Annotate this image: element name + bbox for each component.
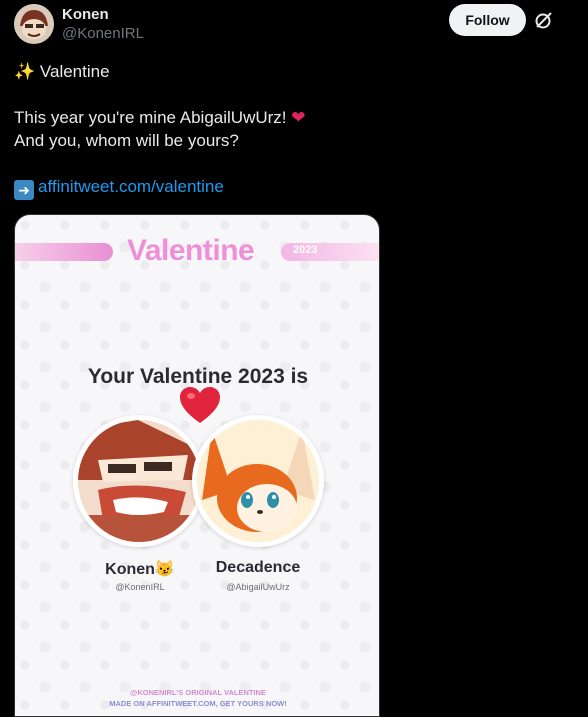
tweet-line-2-text: This year you're mine AbigailUwUrz! (14, 108, 287, 127)
tweet-text: ✨ Valentine This year you're mine Abigai… (14, 60, 574, 200)
left-person-name: Konen😼 (75, 559, 205, 579)
valentine-card-image[interactable]: Valentine 2023 Your Valentine 2023 is Ko… (14, 214, 380, 717)
big-heart-icon (180, 387, 220, 423)
grok-icon[interactable] (534, 10, 554, 30)
footer-line-2: MADE ON AFFINITWEET.COM, GET YOURS NOW! (109, 699, 287, 708)
banner-bar-left (15, 243, 113, 261)
tweet-header: Konen @KonenIRL Follow (14, 4, 574, 48)
author-name[interactable]: Konen (62, 6, 109, 23)
sparkles-icon: ✨ (14, 62, 36, 81)
left-person-handle: @KonenIRL (115, 582, 165, 592)
tweet-line-3: And you, whom will be yours? (14, 131, 239, 150)
tweet-line-2: This year you're mine AbigailUwUrz! ❤ (14, 106, 574, 129)
left-profile-photo (73, 415, 205, 547)
card-subtitle: Your Valentine 2023 is (87, 365, 309, 388)
tweet-line-1-text: Valentine (39, 62, 110, 81)
left-portrait (78, 420, 200, 542)
card-banner: Valentine 2023 (15, 234, 379, 267)
right-portrait (197, 420, 319, 542)
tweet-line-1: ✨ Valentine (14, 60, 574, 83)
right-person-name: Decadence (215, 559, 301, 576)
cat-face-icon: 😼 (154, 561, 175, 578)
red-heart-icon: ❤ (291, 108, 306, 127)
tweet-link[interactable]: affinitweet.com/valentine (38, 177, 224, 196)
right-arrow-icon: ➜ (14, 180, 34, 200)
tweet-link-line: ➜ affinitweet.com/valentine (14, 175, 574, 200)
banner-year: 2023 (293, 244, 318, 256)
footer-line-1: @KONENIRL'S ORIGINAL VALENTINE (130, 688, 266, 697)
follow-button[interactable]: Follow (449, 4, 526, 36)
card-footer: @KONENIRL'S ORIGINAL VALENTINE MADE ON A… (15, 687, 379, 709)
author-handle[interactable]: @KonenIRL (62, 25, 144, 42)
avatar-image (14, 4, 54, 44)
left-person-name-text: Konen (105, 561, 155, 578)
right-profile-photo (192, 415, 324, 547)
right-person-handle: @AbigailUwUrz (226, 582, 290, 592)
banner-title: Valentine (127, 234, 255, 267)
author-avatar[interactable] (14, 4, 54, 44)
